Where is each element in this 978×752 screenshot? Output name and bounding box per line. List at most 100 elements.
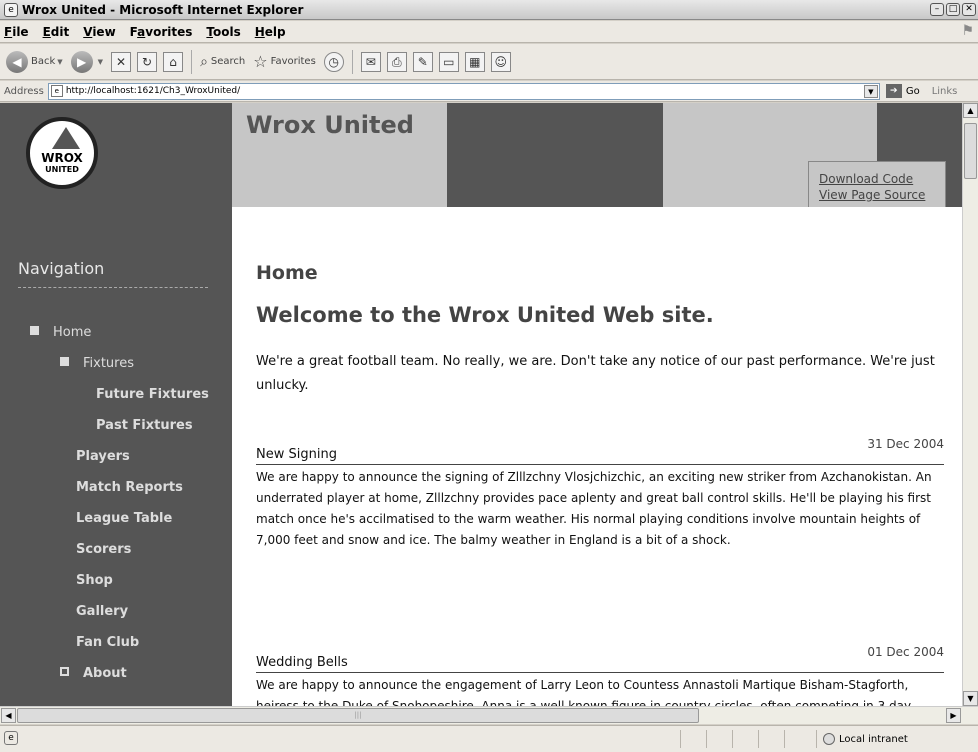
- nav-item-match-reports[interactable]: Match Reports: [76, 480, 183, 495]
- menu-bar: File Edit View Favorites Tools Help ⚑: [0, 21, 978, 43]
- logo-text: WROX: [41, 151, 83, 165]
- nav-item-home[interactable]: Home: [30, 325, 91, 340]
- page-viewport: WROX UNITED Wrox United Download Code Vi…: [0, 103, 962, 706]
- horizontal-scrollbar[interactable]: ◀ ||| ▶: [0, 706, 978, 724]
- page-heading: Home: [256, 262, 318, 284]
- back-button[interactable]: ◀ Back ▼: [6, 50, 63, 73]
- news-item: New Signing 31 Dec 2004 We are happy to …: [256, 437, 944, 551]
- news-header: New Signing 31 Dec 2004: [256, 437, 944, 465]
- window-controls: – □ ✕: [930, 3, 976, 16]
- windows-logo-icon: ⚑: [961, 23, 974, 39]
- favorites-label: Favorites: [270, 56, 316, 67]
- news-title: New Signing: [256, 447, 337, 462]
- discuss-icon[interactable]: ▭: [438, 51, 459, 72]
- nav-item-fan-club[interactable]: Fan Club: [76, 635, 139, 650]
- search-button[interactable]: ⌕ Search: [200, 54, 245, 70]
- menu-edit[interactable]: Edit: [43, 25, 70, 39]
- vertical-scroll-thumb[interactable]: [964, 123, 977, 179]
- links-button[interactable]: Links: [932, 86, 958, 97]
- site-header: WROX UNITED Wrox United Download Code Vi…: [0, 103, 962, 211]
- download-code-link[interactable]: Download Code: [819, 171, 945, 187]
- search-icon: ⌕: [200, 53, 208, 70]
- home-icon[interactable]: ⌂: [163, 51, 184, 72]
- main-content: Home Welcome to the Wrox United Web site…: [232, 207, 962, 706]
- view-source-link[interactable]: View Page Source: [819, 187, 945, 203]
- nav-item-league-table[interactable]: League Table: [76, 511, 172, 526]
- scroll-up-icon[interactable]: ▲: [963, 103, 978, 118]
- news-title: Wedding Bells: [256, 655, 348, 670]
- collapse-icon[interactable]: [60, 357, 69, 366]
- security-zone: Local intranet: [816, 730, 908, 748]
- nav-item-gallery[interactable]: Gallery: [76, 604, 128, 619]
- messenger-icon[interactable]: ☺: [490, 51, 511, 72]
- close-icon[interactable]: ✕: [962, 3, 976, 16]
- collapse-icon[interactable]: [30, 326, 39, 335]
- club-logo[interactable]: WROX UNITED: [26, 117, 98, 189]
- window-title: Wrox United - Microsoft Internet Explore…: [22, 2, 304, 17]
- forward-dropdown-icon[interactable]: ▼: [98, 58, 103, 66]
- logo-subtext: UNITED: [45, 165, 79, 174]
- horizontal-scroll-thumb[interactable]: |||: [17, 708, 699, 723]
- favorites-star-icon: ☆: [253, 52, 268, 71]
- welcome-heading: Welcome to the Wrox United Web site.: [256, 303, 714, 327]
- history-icon[interactable]: ◷: [323, 51, 344, 72]
- edit-icon[interactable]: ✎: [412, 51, 433, 72]
- banner-block-dark: [447, 103, 663, 207]
- forward-button[interactable]: ▶ ▼: [70, 50, 103, 73]
- navigation-sidebar: Navigation Home Fixtures Future Fixtures…: [0, 207, 232, 706]
- news-date: 01 Dec 2004: [867, 645, 944, 659]
- back-label: Back: [31, 56, 56, 67]
- menu-file[interactable]: File: [4, 25, 29, 39]
- nav-item-future-fixtures[interactable]: Future Fixtures: [96, 387, 209, 402]
- back-dropdown-icon[interactable]: ▼: [57, 58, 62, 66]
- menu-favorites[interactable]: Favorites: [130, 25, 193, 39]
- logo-emblem-icon: [52, 127, 80, 149]
- forward-arrow-icon: ▶: [70, 50, 93, 73]
- nav-item-past-fixtures[interactable]: Past Fixtures: [96, 418, 193, 433]
- go-label: Go: [905, 85, 920, 97]
- refresh-icon[interactable]: ↻: [137, 51, 158, 72]
- search-label: Search: [210, 56, 246, 67]
- menu-view[interactable]: View: [83, 25, 115, 39]
- menu-help[interactable]: Help: [255, 25, 286, 39]
- nav-item-scorers[interactable]: Scorers: [76, 542, 131, 557]
- address-url[interactable]: http://localhost:1621/Ch3_WroxUnited/: [66, 86, 240, 96]
- nav-item-shop[interactable]: Shop: [76, 573, 113, 588]
- back-arrow-icon: ◀: [6, 50, 28, 73]
- zone-label: Local intranet: [839, 733, 908, 745]
- go-button[interactable]: ➔ Go: [885, 84, 920, 98]
- nav-item-about[interactable]: About: [60, 666, 127, 681]
- logo-area: WROX UNITED: [0, 103, 232, 207]
- scroll-down-icon[interactable]: ▼: [963, 691, 978, 706]
- vertical-scrollbar[interactable]: ▲ ▼: [962, 103, 978, 706]
- stop-icon[interactable]: ✕: [111, 51, 132, 72]
- nav-divider: [18, 287, 208, 288]
- scroll-left-icon[interactable]: ◀: [1, 708, 16, 723]
- go-arrow-icon: ➔: [885, 84, 902, 98]
- status-panels: [680, 730, 810, 748]
- research-icon[interactable]: ▦: [464, 51, 485, 72]
- mail-icon[interactable]: ✉: [360, 51, 381, 72]
- nav-heading: Navigation: [18, 259, 105, 278]
- site-title: Wrox United: [246, 111, 414, 139]
- scroll-right-icon[interactable]: ▶: [946, 708, 961, 723]
- nav-item-players[interactable]: Players: [76, 449, 130, 464]
- menu-tools[interactable]: Tools: [206, 25, 240, 39]
- news-date: 31 Dec 2004: [867, 437, 944, 451]
- nav-item-fixtures[interactable]: Fixtures: [60, 356, 134, 371]
- maximize-icon[interactable]: □: [946, 3, 960, 16]
- expand-icon[interactable]: [60, 667, 69, 676]
- print-icon[interactable]: ⎙: [386, 51, 407, 72]
- address-label: Address: [4, 85, 44, 97]
- intro-text: We're a great football team. No really, …: [256, 354, 935, 393]
- news-item: Wedding Bells 01 Dec 2004 We are happy t…: [256, 645, 944, 706]
- page-icon: e: [50, 85, 63, 97]
- banner-title-block: Wrox United: [232, 103, 447, 207]
- status-bar: e Local intranet: [0, 725, 978, 752]
- page-status-icon: e: [4, 731, 18, 745]
- intranet-icon: [823, 733, 835, 745]
- address-input[interactable]: e http://localhost:1621/Ch3_WroxUnited/ …: [47, 82, 880, 100]
- favorites-button[interactable]: ☆ Favorites: [253, 52, 316, 71]
- minimize-icon[interactable]: –: [930, 3, 944, 16]
- address-dropdown-icon[interactable]: ▼: [863, 84, 878, 98]
